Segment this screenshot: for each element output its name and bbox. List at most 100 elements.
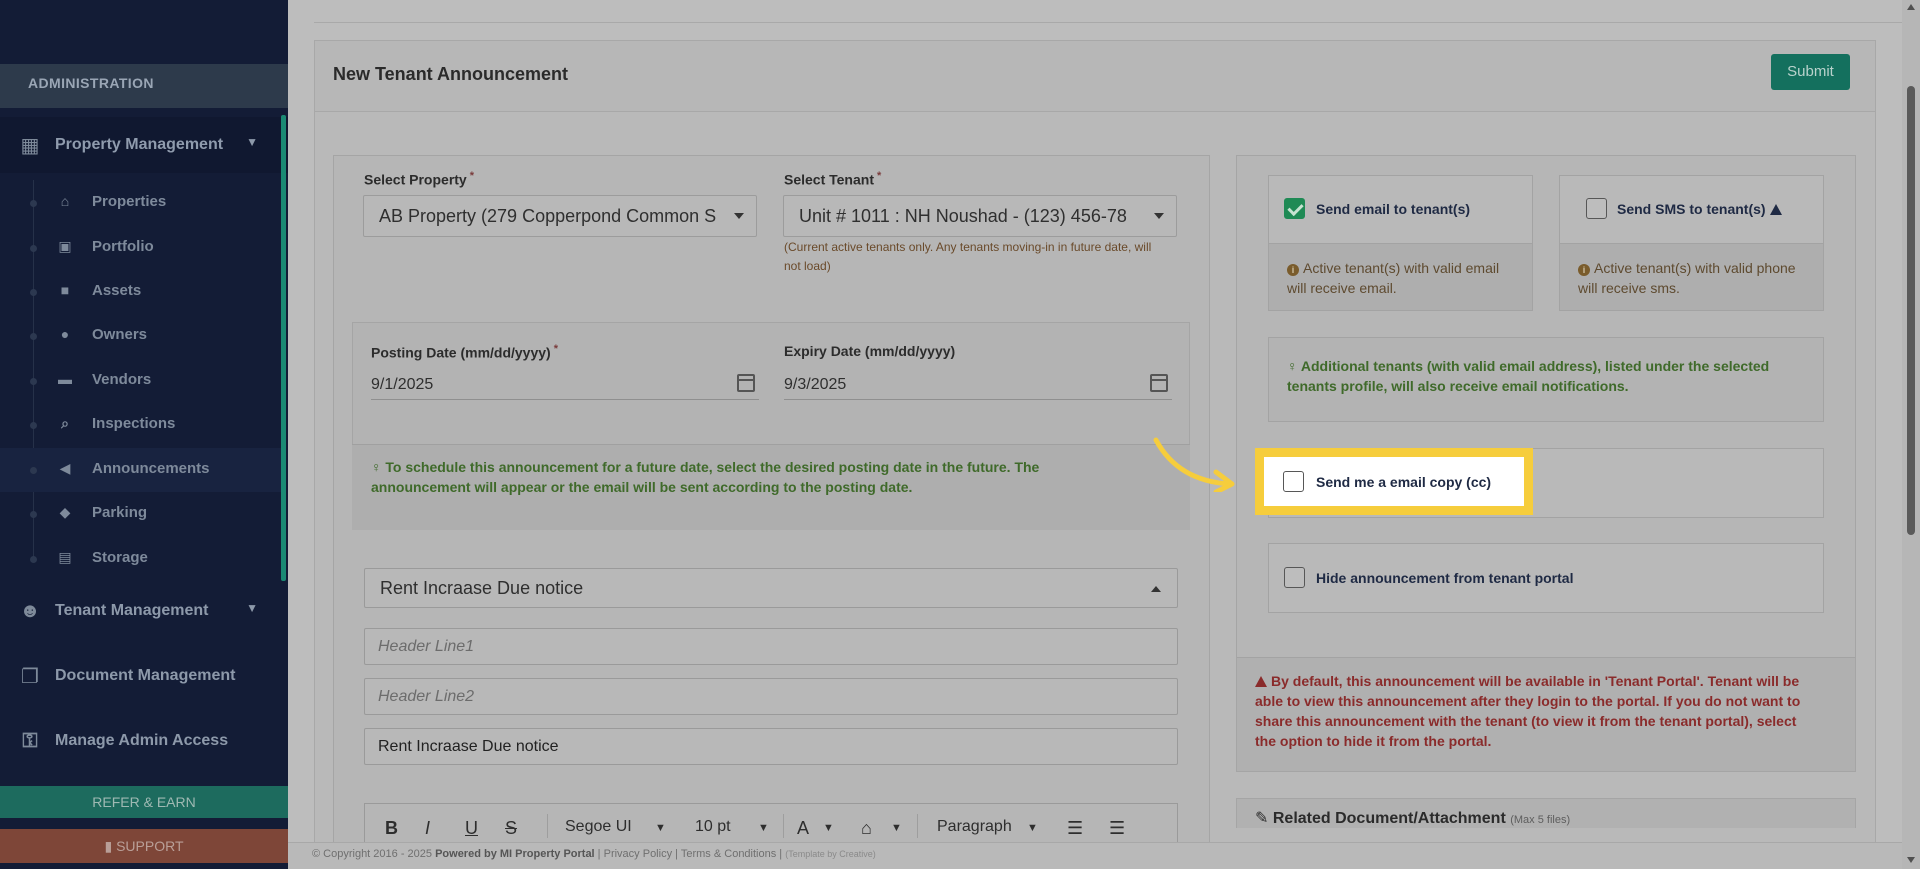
numbered-list-icon[interactable]: ☰ [1109,818,1125,839]
sidebar-item-vendors[interactable]: ▬ Vendors [0,359,281,403]
posting-date-input[interactable]: 9/1/2025 [371,370,759,400]
send-sms-checkbox[interactable] [1586,198,1607,219]
posting-date-label: Posting Date (mm/dd/yyyy) * [371,343,558,361]
cc-email-copy-label: Send me a email copy (cc) [1316,474,1492,490]
select-property-value: AB Property (279 Copperpond Common S [379,206,717,226]
strikethrough-button[interactable]: S [505,818,517,839]
chevron-down-icon: ▼ [823,822,834,834]
related-documents-title: ✎ Related Document/Attachment (Max 5 fil… [1255,810,1571,827]
submit-button[interactable]: Submit [1771,54,1850,90]
tree-dot [30,511,37,518]
nav-tenant-management[interactable]: ☻ Tenant Management ▼ [0,583,288,639]
font-family-select[interactable]: Segoe UI [565,818,632,836]
sidebar-item-announcements[interactable]: ◀ Announcements [0,448,281,492]
sidebar-item-label: Storage [92,549,148,566]
sidebar-item-assets[interactable]: ■ Assets [0,270,281,314]
scroll-down-icon[interactable] [1907,857,1915,863]
callout-arrow-icon [1153,437,1235,492]
cc-email-copy-checkbox[interactable] [1283,471,1304,492]
search-icon: ⌕ [61,415,69,431]
caret-down-icon [1154,213,1164,219]
key-icon: ⚿ [22,729,38,752]
select-tenant-label: Select Tenant * [784,170,882,188]
home-icon: ⌂ [60,193,70,209]
italic-button[interactable]: I [425,818,430,839]
send-email-checkbox[interactable] [1284,198,1305,219]
sidebar-item-storage[interactable]: ▤ Storage [0,537,281,581]
sidebar-item-owners[interactable]: ● Owners [0,314,281,358]
chevron-down-icon: ▼ [246,601,258,615]
basket-icon: ▤ [58,549,72,565]
footer-powered-by[interactable]: Powered by MI Property Portal [435,848,595,860]
sidebar-scrollbar[interactable] [281,115,286,581]
send-email-label: Send email to tenant(s) [1316,201,1471,217]
footer: © Copyright 2016 - 2025 Powered by MI Pr… [288,842,1902,869]
chevron-down-icon: ▼ [246,135,258,149]
sidebar-item-properties[interactable]: ⌂ Properties [0,181,281,225]
chevron-down-icon: ▼ [1027,822,1038,834]
nav-manage-admin-access-label: Manage Admin Access [55,732,229,749]
building-icon: ▦ [20,134,40,157]
footer-copyright: © Copyright 2016 - 2025 [312,848,433,860]
scrollbar-thumb[interactable] [1907,86,1915,535]
support-button[interactable]: ▮ SUPPORT [0,829,288,863]
header-line2-input[interactable]: Header Line2 [364,678,1178,715]
paperclip-icon: ✎ [1255,810,1269,827]
sms-info: i Active tenant(s) with valid phone will … [1578,260,1796,296]
email-info: i Active tenant(s) with valid email will … [1287,260,1500,296]
calendar-icon[interactable] [737,374,755,392]
select-property-label: Select Property * [364,170,474,188]
nav-document-management[interactable]: ❐ Document Management [0,648,288,704]
schedule-note: ♀ To schedule this announcement for a fu… [371,459,1040,495]
refer-and-earn-button[interactable]: REFER & EARN [0,786,288,818]
font-size-select[interactable]: 10 pt [695,818,731,836]
additional-tenants-note: ♀ Additional tenants (with valid email a… [1287,358,1770,394]
sidebar-item-parking[interactable]: ◆ Parking [0,492,281,536]
warning-icon [1255,676,1267,687]
header-line1-placeholder: Header Line1 [378,638,475,655]
subject-input[interactable]: Rent Incraase Due notice [364,728,1178,765]
tree-dot [30,422,37,429]
text-color-button[interactable]: A [797,818,809,839]
sidebar-item-portfolio[interactable]: ▣ Portfolio [0,226,281,270]
page-scrollbar[interactable] [1902,0,1920,869]
footer-terms-link[interactable]: Terms & Conditions [681,848,776,860]
assets-icon: ■ [60,282,70,298]
expiry-date-input[interactable]: 9/3/2025 [784,370,1172,400]
posting-date-value: 9/1/2025 [371,376,434,393]
toolbar-separator [547,814,548,838]
sidebar-item-inspections[interactable]: ⌕ Inspections [0,403,281,447]
default-warning: By default, this announcement will be av… [1255,673,1801,749]
highlight-color-icon[interactable]: ⌂ [861,818,872,839]
expiry-date-label: Expiry Date (mm/dd/yyyy) [784,343,956,359]
warning-icon [1769,204,1782,215]
portfolio-icon: ▣ [58,238,72,254]
nav-property-management[interactable]: ▦ Property Management ▼ [0,117,288,173]
template-select[interactable]: Rent Incraase Due notice [364,568,1178,608]
caret-up-icon [1151,586,1161,592]
briefcase-icon: ▬ [58,371,72,387]
select-property-dropdown[interactable]: AB Property (279 Copperpond Common S [363,195,757,237]
footer-privacy-link[interactable]: Privacy Policy [604,848,672,860]
hide-announcement-checkbox[interactable] [1284,567,1305,588]
tree-dot [30,378,37,385]
header-line1-input[interactable]: Header Line1 [364,628,1178,665]
bullet-list-icon[interactable]: ☰ [1067,818,1083,839]
calendar-icon[interactable] [1150,374,1168,392]
paragraph-select[interactable]: Paragraph [937,818,1012,836]
editor-toolbar: B I U S Segoe UI ▼ 10 pt ▼ A ▼ ⌂ ▼ Parag… [364,803,1178,843]
footer-template-credit: (Template by Creative) [785,849,876,859]
hide-announcement-label: Hide announcement from tenant portal [1316,570,1574,586]
underline-button[interactable]: U [465,818,478,839]
select-tenant-value: Unit # 1011 : NH Noushad - (123) 456-78 [799,206,1127,226]
sidebar-section-title: ADMINISTRATION [0,64,288,108]
support-label: SUPPORT [116,838,184,854]
sidebar-item-label: Owners [92,326,148,343]
scroll-up-icon[interactable] [1907,4,1915,10]
nav-manage-admin-access[interactable]: ⚿ Manage Admin Access [0,713,288,769]
lightbulb-icon: ♀ [371,459,382,475]
sidebar-item-label: Portfolio [92,238,154,255]
select-tenant-dropdown[interactable]: Unit # 1011 : NH Noushad - (123) 456-78 [783,195,1177,237]
bold-button[interactable]: B [385,818,398,839]
user-icon: ● [60,326,70,342]
